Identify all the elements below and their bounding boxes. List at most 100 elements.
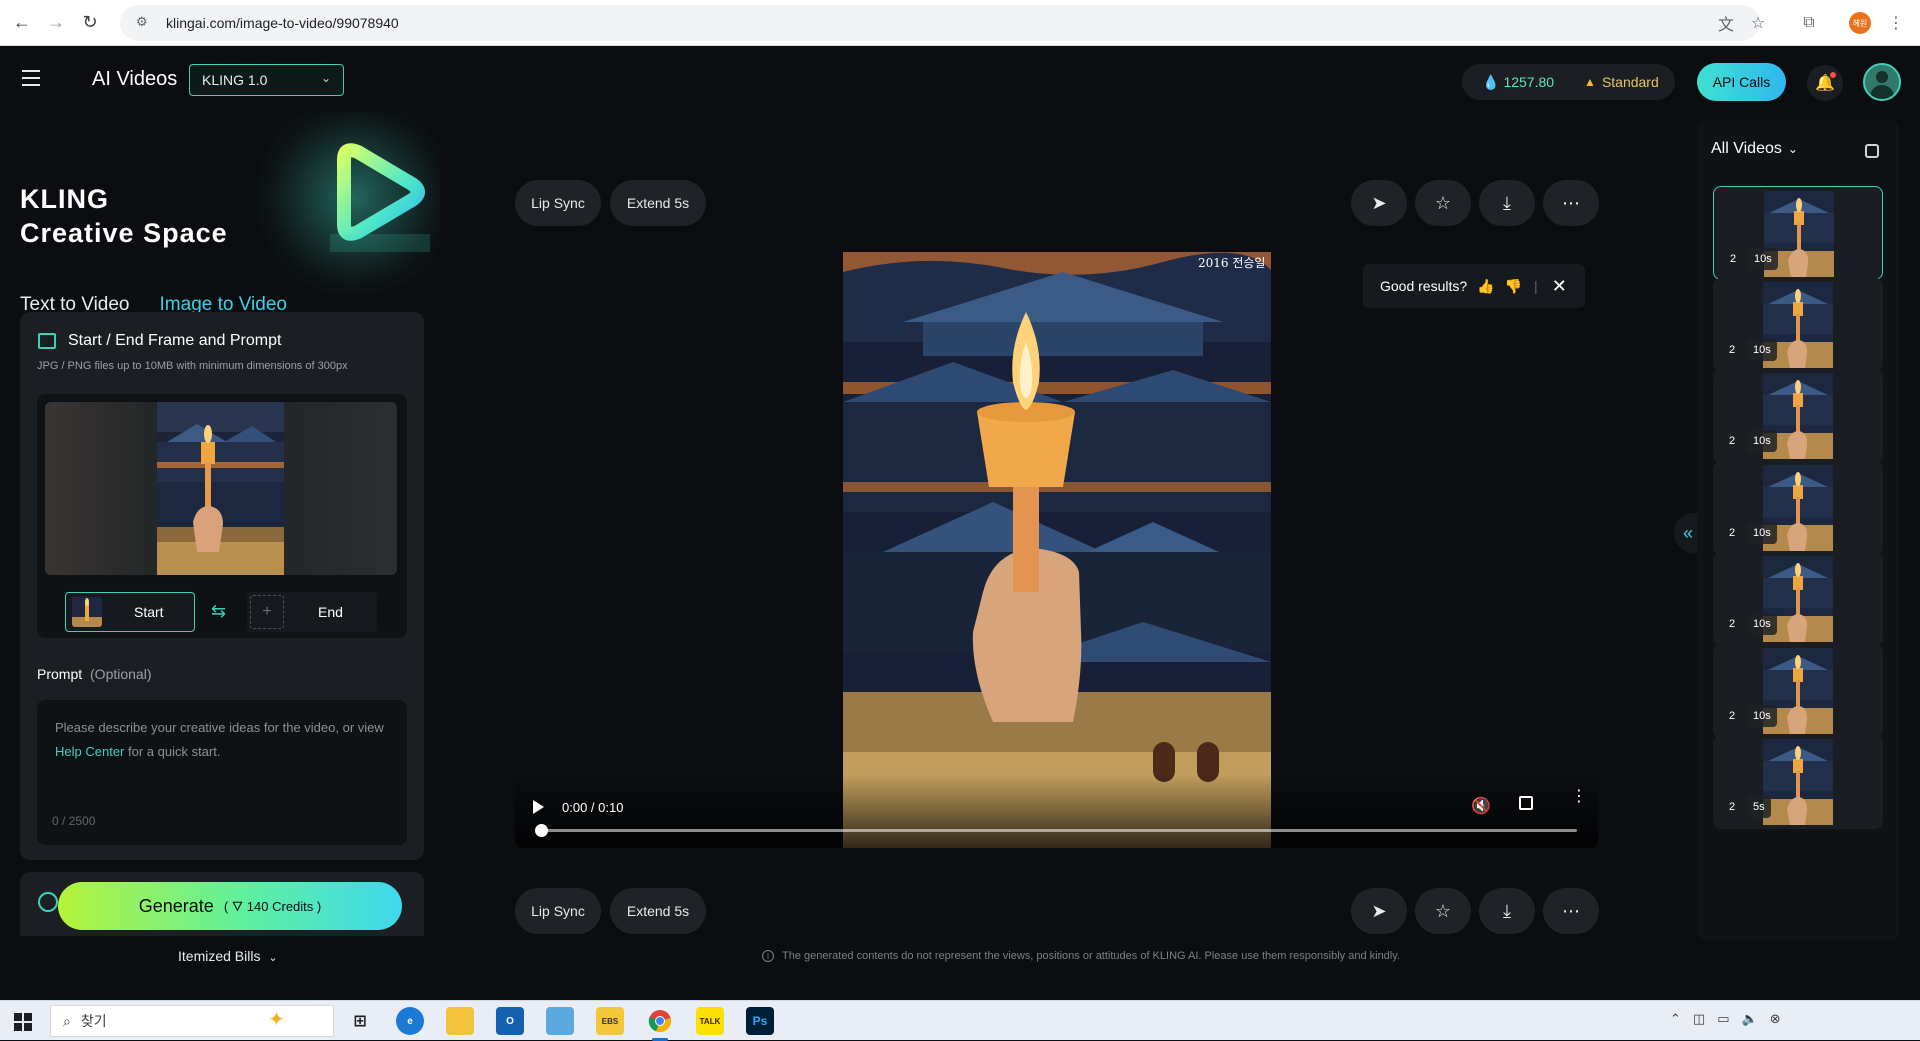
- prompt-label-text: Prompt: [37, 666, 83, 682]
- profile-button[interactable]: 혜원: [1848, 11, 1872, 35]
- back-icon[interactable]: ←: [10, 11, 34, 35]
- favorite-star-icon[interactable]: ☆: [1415, 888, 1471, 934]
- extensions-icon[interactable]: ⧉: [1797, 11, 1821, 35]
- history-duration: 10s: [1747, 613, 1777, 635]
- thumbs-down-icon[interactable]: 👎: [1505, 278, 1522, 295]
- search-icon: ⌕: [63, 1012, 71, 1029]
- cost-open-paren: (: [223, 899, 229, 914]
- tray-status-icon[interactable]: ⊗: [1770, 1011, 1781, 1027]
- history-item[interactable]: 2 5s: [1713, 735, 1883, 829]
- play-icon[interactable]: [533, 800, 544, 814]
- history-item[interactable]: 2 10s: [1713, 643, 1883, 738]
- bookmark-star-icon[interactable]: ☆: [1746, 11, 1770, 35]
- upload-area[interactable]: Start ⇆ + End: [37, 394, 407, 638]
- reload-icon[interactable]: ↻: [78, 11, 102, 35]
- forward-icon[interactable]: →: [44, 11, 68, 35]
- download-icon[interactable]: ⤓: [1479, 180, 1535, 226]
- media-app-icon[interactable]: [546, 1007, 574, 1035]
- close-icon[interactable]: ✕: [1552, 276, 1567, 297]
- share-icon[interactable]: ➤: [1351, 888, 1407, 934]
- fullscreen-icon[interactable]: [1519, 796, 1533, 810]
- edge-icon[interactable]: e: [396, 1007, 424, 1035]
- lip-sync-button[interactable]: Lip Sync: [515, 888, 601, 934]
- extend-button[interactable]: Extend 5s: [610, 180, 706, 226]
- prompt-input[interactable]: Please describe your creative ideas for …: [37, 700, 407, 845]
- browser-toolbar: ← → ↻ ⚙ klingai.com/image-to-video/99078…: [0, 0, 1920, 46]
- itemized-bills-label: Itemized Bills: [178, 948, 261, 964]
- history-count: 2: [1729, 618, 1736, 630]
- share-icon[interactable]: ➤: [1351, 180, 1407, 226]
- brand-line-2: Creative Space: [20, 218, 228, 248]
- more-vertical-icon[interactable]: ⋮: [1571, 789, 1587, 805]
- translate-icon[interactable]: 文: [1714, 11, 1738, 35]
- tray-display-icon[interactable]: ◫: [1693, 1011, 1705, 1027]
- start-frame-button[interactable]: Start: [65, 592, 195, 632]
- app-root: AI Videos KLING 1.0 ⌄ 💧 1257.80 ▲ Standa…: [0, 46, 1920, 1000]
- ebs-icon[interactable]: EBS: [596, 1007, 624, 1035]
- lip-sync-button[interactable]: Lip Sync: [515, 180, 601, 226]
- model-select-value: KLING 1.0: [202, 72, 268, 88]
- history-item[interactable]: 2 10s: [1713, 552, 1883, 646]
- tray-network-icon[interactable]: ▭: [1717, 1011, 1729, 1027]
- kling-logo-icon: [330, 143, 430, 252]
- chrome-icon[interactable]: [646, 1007, 674, 1041]
- prompt-char-count: 0 / 2500: [52, 814, 96, 828]
- site-info-icon[interactable]: ⚙: [136, 14, 154, 32]
- model-select[interactable]: KLING 1.0 ⌄: [189, 64, 344, 96]
- notifications-button[interactable]: 🔔: [1807, 65, 1843, 101]
- itemized-bills-toggle[interactable]: Itemized Bills ⌄: [178, 948, 278, 964]
- more-options-icon[interactable]: ⋯: [1543, 180, 1599, 226]
- tray-volume-icon[interactable]: 🔈: [1742, 1011, 1758, 1027]
- history-item[interactable]: 2 10s: [1713, 460, 1883, 555]
- outlook-icon[interactable]: O: [496, 1007, 524, 1035]
- extend-button[interactable]: Extend 5s: [610, 888, 706, 934]
- credit-balance: 1257.80: [1503, 74, 1555, 90]
- history-filter[interactable]: All Videos ⌄: [1711, 140, 1798, 158]
- settings-icon[interactable]: [38, 892, 58, 912]
- file-explorer-icon[interactable]: [446, 1007, 474, 1035]
- video-frame: 2016 전승일: [843, 252, 1271, 848]
- favorite-star-icon[interactable]: ☆: [1415, 180, 1471, 226]
- help-center-link[interactable]: Help Center: [55, 744, 124, 759]
- add-end-frame-icon[interactable]: +: [250, 595, 284, 629]
- tray-chevron-up-icon[interactable]: ⌃: [1670, 1011, 1681, 1027]
- info-icon: i: [762, 950, 774, 962]
- history-count: 2: [1729, 801, 1736, 813]
- generate-button[interactable]: Generate ( 🜄 140 Credits ): [58, 882, 402, 930]
- end-frame-button[interactable]: + End: [247, 592, 377, 632]
- seek-thumb[interactable]: [535, 824, 548, 837]
- menu-icon[interactable]: [22, 70, 42, 86]
- history-item[interactable]: 2 10s: [1713, 186, 1883, 280]
- plan-icon: ▲: [1584, 75, 1596, 89]
- divider: |: [1534, 278, 1538, 294]
- top-action-row: Lip Sync Extend 5s ➤ ☆ ⤓ ⋯: [515, 180, 1599, 226]
- expand-icon[interactable]: [1865, 144, 1879, 158]
- thumbs-up-icon[interactable]: 👍: [1477, 278, 1494, 295]
- prompt-label: Prompt (Optional): [37, 666, 151, 682]
- kakaotalk-icon[interactable]: TALK: [696, 1007, 724, 1035]
- photoshop-icon[interactable]: Ps: [746, 1007, 774, 1035]
- credit-drop-icon: 💧: [1482, 73, 1500, 90]
- notification-dot: [1830, 72, 1836, 78]
- seek-bar[interactable]: [535, 824, 1577, 837]
- history-item[interactable]: 2 10s: [1713, 277, 1883, 372]
- user-avatar[interactable]: [1863, 63, 1901, 101]
- task-view-icon[interactable]: ⊞: [346, 1007, 374, 1035]
- windows-start-icon[interactable]: [14, 1013, 32, 1031]
- taskbar-search[interactable]: ⌕ 찾기: [50, 1005, 334, 1037]
- credits-pill[interactable]: 💧 1257.80 ▲ Standard: [1462, 64, 1675, 100]
- swap-frames-icon[interactable]: ⇆: [211, 601, 226, 622]
- mute-icon[interactable]: 🔇: [1471, 796, 1491, 816]
- chrome-menu-icon[interactable]: ⋮: [1884, 11, 1908, 35]
- more-options-icon[interactable]: ⋯: [1543, 888, 1599, 934]
- brand-line-1: KLING: [20, 184, 109, 214]
- history-title: All Videos: [1711, 140, 1782, 157]
- download-icon[interactable]: ⤓: [1479, 888, 1535, 934]
- end-frame-label: End: [318, 604, 343, 620]
- api-calls-button[interactable]: API Calls: [1697, 63, 1786, 101]
- prompt-placeholder-text: Please describe your creative ideas for …: [55, 720, 384, 735]
- address-bar[interactable]: ⚙ klingai.com/image-to-video/99078940: [120, 5, 1760, 41]
- history-item[interactable]: 2 10s: [1713, 369, 1883, 463]
- history-duration: 10s: [1747, 521, 1777, 544]
- video-player[interactable]: 2016 전승일 0:00 / 0:10 🔇 ⋮: [515, 252, 1598, 848]
